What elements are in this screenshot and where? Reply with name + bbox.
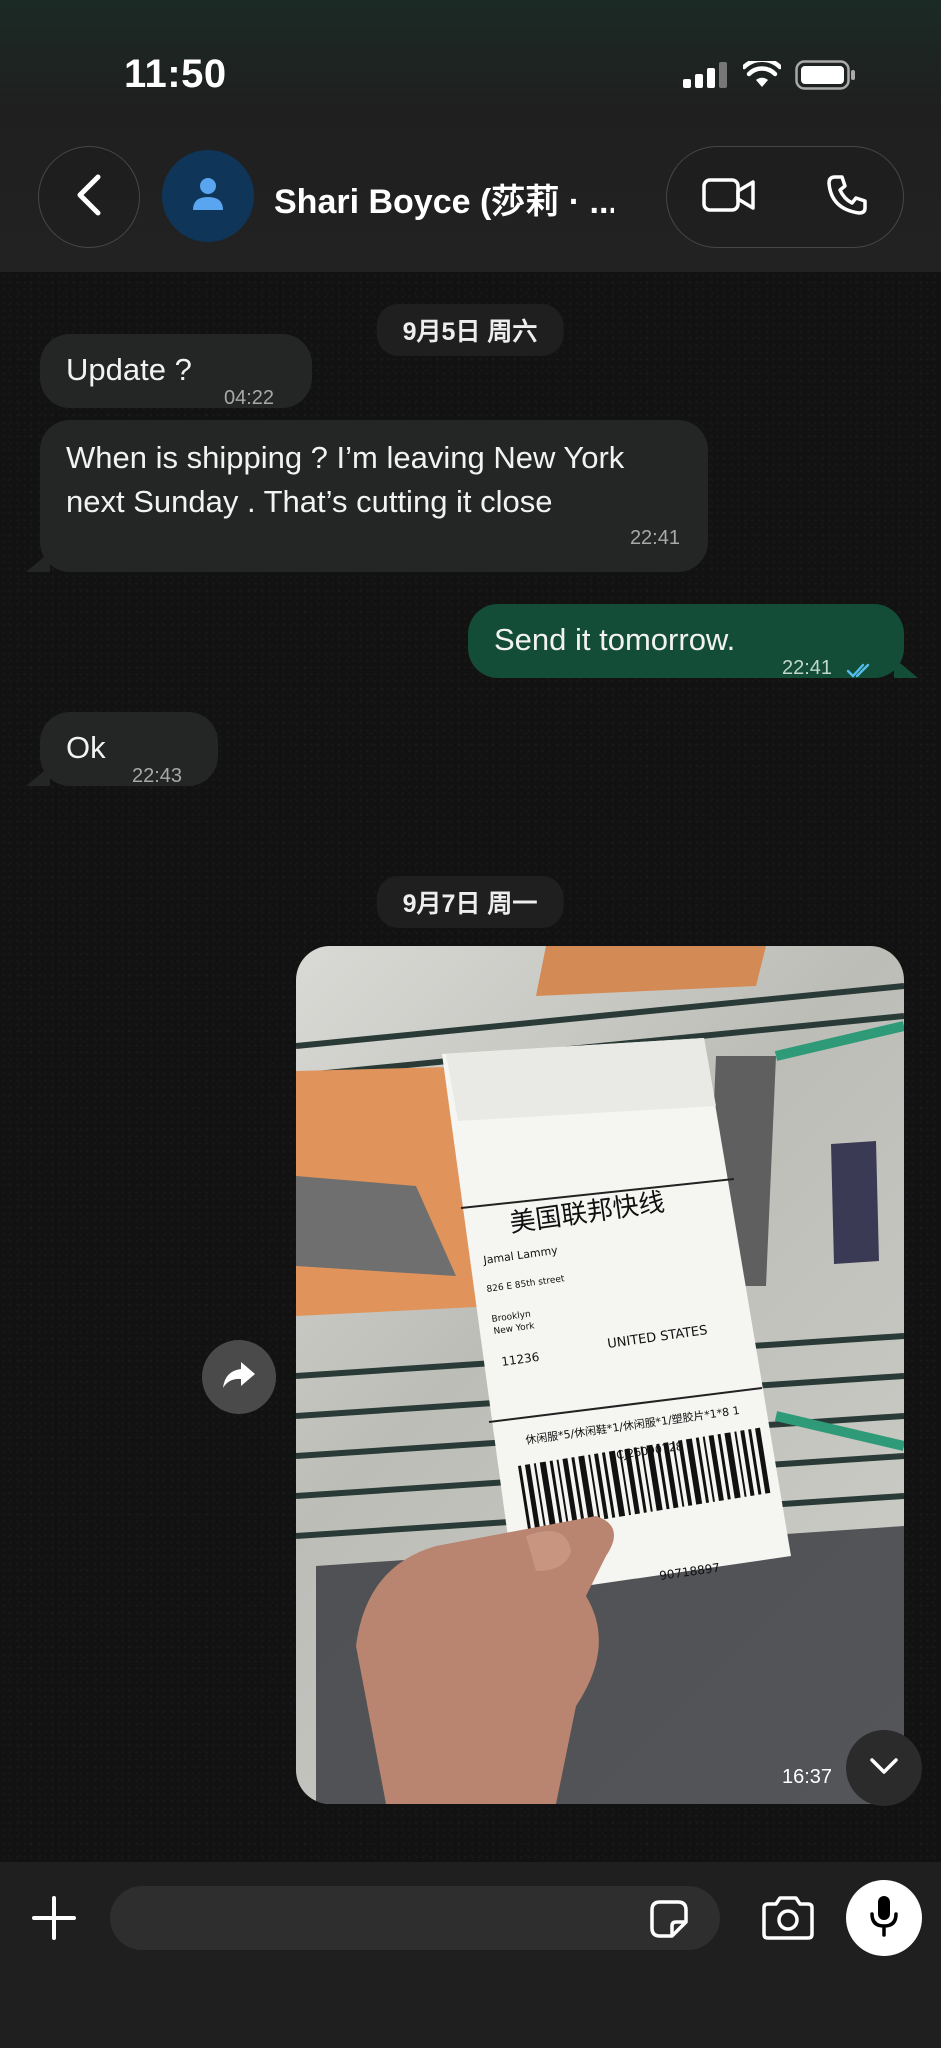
- date-separator: 9月7日 周一: [376, 876, 564, 928]
- date-separator: 9月5日 周六: [376, 304, 564, 356]
- forward-icon: [221, 1360, 257, 1395]
- bubble-tail: [894, 658, 918, 678]
- message-bubble-incoming[interactable]: When is shipping ? I’m leaving New York …: [40, 420, 708, 572]
- message-text: Ok: [66, 730, 106, 765]
- message-text: Send it tomorrow.: [494, 622, 736, 657]
- sticker-button[interactable]: [648, 1898, 690, 1945]
- message-time: 04:22: [224, 387, 275, 409]
- double-check-icon: [846, 648, 874, 692]
- battery-icon: [795, 60, 857, 95]
- contact-avatar[interactable]: [162, 150, 254, 242]
- status-time: 11:50: [124, 52, 227, 96]
- message-text: When is shipping ? I’m leaving New York …: [66, 440, 625, 519]
- message-time: 22:41: [782, 657, 833, 679]
- back-button[interactable]: [38, 146, 140, 248]
- microphone-icon: [869, 1894, 899, 1943]
- video-camera-icon: [701, 177, 757, 219]
- message-text: Update ?: [66, 352, 192, 387]
- package-photo: 美国联邦快线 Jamal Lammy 826 E 85th street Bro…: [296, 946, 904, 1804]
- message-time: 22:43: [132, 765, 183, 787]
- camera-button[interactable]: [760, 1894, 816, 1947]
- header: 11:50 Shari Boyce (莎莉 · ...: [0, 0, 941, 272]
- cellular-signal-icon: [683, 62, 729, 93]
- bubble-tail: [26, 552, 50, 572]
- camera-icon: [760, 1896, 816, 1946]
- wifi-icon: [741, 57, 783, 94]
- message-time: 16:37: [782, 1766, 833, 1788]
- message-input[interactable]: [110, 1886, 720, 1950]
- person-icon: [191, 176, 225, 217]
- attach-button[interactable]: [30, 1894, 78, 1947]
- message-bubble-incoming[interactable]: Ok 22:43: [40, 712, 218, 787]
- call-actions: [666, 146, 904, 248]
- forward-button[interactable]: [202, 1340, 276, 1414]
- voice-call-button[interactable]: [825, 173, 869, 222]
- plus-icon: [30, 1896, 78, 1946]
- bubble-tail: [26, 766, 50, 786]
- status-icons: [683, 57, 857, 95]
- video-call-button[interactable]: [701, 175, 757, 220]
- scroll-to-bottom-button[interactable]: [846, 1730, 922, 1806]
- chevron-left-icon: [72, 173, 106, 222]
- contact-name[interactable]: Shari Boyce (莎莉 · ...: [274, 174, 614, 223]
- sticker-icon: [648, 1900, 690, 1944]
- message-bubble-outgoing[interactable]: Send it tomorrow. 22:41: [468, 604, 904, 679]
- photo-message[interactable]: 美国联邦快线 Jamal Lammy 826 E 85th street Bro…: [296, 946, 904, 1804]
- voice-message-button[interactable]: [846, 1880, 922, 1956]
- message-bubble-incoming[interactable]: Update ? 04:22: [40, 334, 312, 409]
- phone-icon: [825, 174, 869, 221]
- message-time: 22:41: [629, 527, 680, 549]
- chevron-down-icon: [869, 1756, 899, 1781]
